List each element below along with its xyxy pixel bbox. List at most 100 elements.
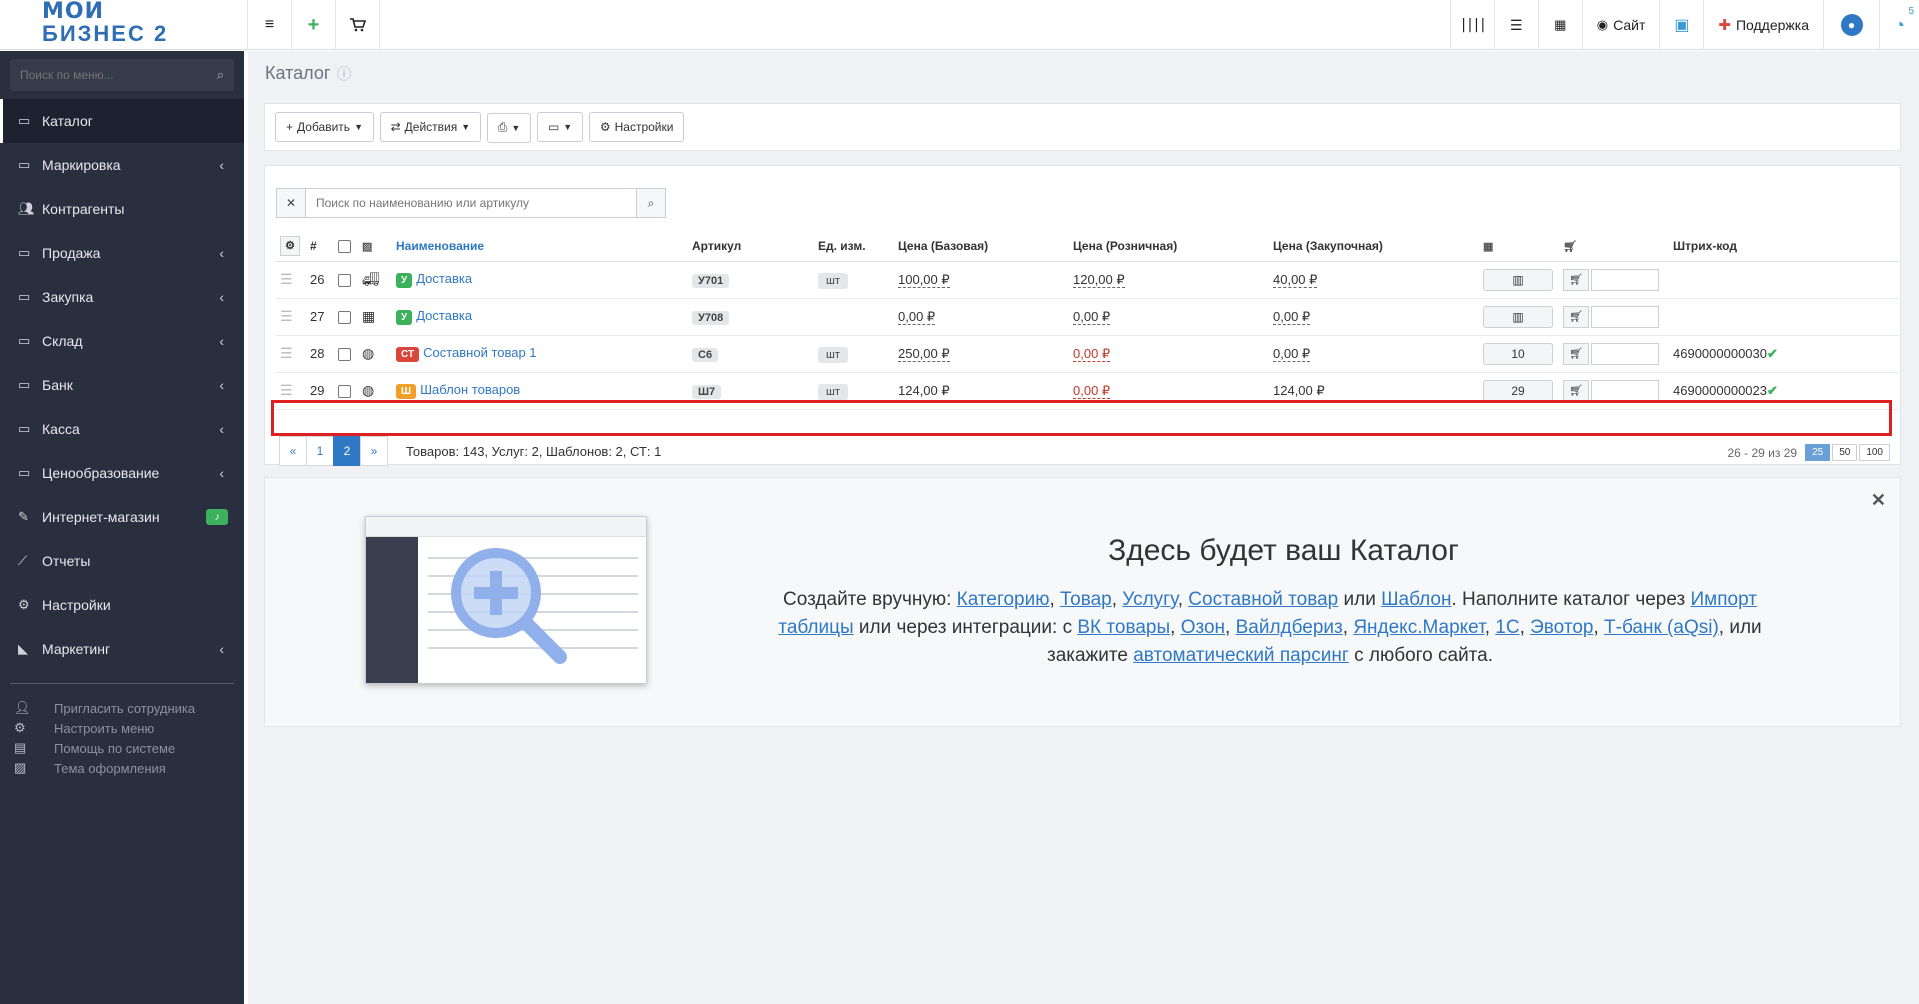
sidebar-item[interactable]: ▭ Продажа ‹ (0, 231, 244, 275)
link-ym[interactable]: Яндекс.Маркет (1353, 617, 1484, 638)
price-purchase[interactable]: 0,00 ₽ (1273, 345, 1311, 362)
site-button[interactable]: ◉ Сайт (1581, 0, 1660, 49)
stock-button[interactable]: ▥ (1483, 268, 1553, 291)
page-size-100[interactable]: 100 (1859, 444, 1890, 461)
row-price-retail[interactable]: 0,00 ₽ (1069, 372, 1269, 410)
checkbox[interactable] (338, 385, 351, 399)
checkbox[interactable] (338, 311, 351, 325)
sidebar-bottom-link[interactable]: ⚙ Настроить меню (14, 718, 244, 738)
calculator-button[interactable]: ▣ (1659, 0, 1703, 50)
product-link[interactable]: Шаблон товаров (420, 382, 520, 397)
row-price-purchase[interactable]: 0,00 ₽ (1269, 335, 1479, 373)
sidebar-item[interactable]: ▭ Маркировка ‹ (0, 143, 244, 187)
link-vk[interactable]: ВК товары (1077, 617, 1170, 638)
price-base[interactable]: 250,00 ₽ (898, 345, 950, 362)
calendar-button[interactable]: ▦ (1537, 0, 1582, 50)
stock-button[interactable]: 29 (1483, 379, 1553, 402)
row-price-purchase[interactable]: 40,00 ₽ (1269, 261, 1479, 299)
cart-button[interactable] (336, 0, 380, 50)
row-price-base[interactable]: 100,00 ₽ (894, 261, 1069, 299)
row-checkbox[interactable] (334, 335, 358, 373)
table-row[interactable]: ☰ 28 ◍ СТ Составной товар 1 С6 шт 250,00 … (276, 335, 1899, 373)
stock-button[interactable]: ▥ (1483, 305, 1553, 328)
price-base[interactable]: 0,00 ₽ (898, 308, 936, 325)
page-size-25[interactable]: 25 (1805, 444, 1831, 461)
row-stock[interactable]: 29 (1479, 372, 1559, 410)
page-2-button[interactable]: 2 (333, 436, 361, 466)
link-template[interactable]: Шаблон (1381, 589, 1451, 610)
quantity-input[interactable] (1591, 305, 1659, 328)
quantity-input[interactable] (1591, 342, 1659, 365)
drag-handle[interactable]: ☰ (276, 298, 306, 336)
price-base[interactable]: 100,00 ₽ (898, 271, 950, 288)
col-name[interactable]: Наименование (392, 231, 688, 262)
server-button[interactable]: ☰ (1493, 0, 1538, 50)
price-purchase[interactable]: 40,00 ₽ (1273, 271, 1318, 288)
row-price-retail[interactable]: 120,00 ₽ (1069, 261, 1269, 299)
sidebar-item[interactable]: ⟋ Отчеты (0, 539, 244, 583)
sidebar-item[interactable]: ▭ Каталог (0, 99, 244, 143)
row-price-base[interactable]: 250,00 ₽ (894, 335, 1069, 373)
price-purchase[interactable]: 124,00 ₽ (1273, 383, 1325, 398)
sidebar-item[interactable]: ▭ Ценообразование ‹ (0, 451, 244, 495)
row-name[interactable]: У Доставка (392, 298, 688, 336)
sidebar-item[interactable]: 👥︎ Контрагенты (0, 187, 244, 231)
display-button[interactable]: ▭ ▼ (536, 112, 584, 142)
sidebar-search-input[interactable] (20, 68, 217, 82)
row-price-retail[interactable]: 0,00 ₽ (1069, 335, 1269, 373)
row-checkbox[interactable] (334, 372, 358, 410)
price-retail[interactable]: 0,00 ₽ (1073, 382, 1111, 399)
product-link[interactable]: Составной товар 1 (423, 345, 536, 360)
table-row[interactable]: ☰ 29 ◍ Ш Шаблон товаров Ш7 шт 124,00 ₽ 0,… (276, 372, 1899, 410)
row-stock[interactable]: ▥ (1479, 298, 1559, 336)
search-icon[interactable]: ⌕ (217, 67, 224, 83)
hamburger-menu-button[interactable]: ≡ (248, 0, 292, 50)
link-service[interactable]: Услугу (1122, 589, 1177, 610)
sidebar-item[interactable]: ◣ Маркетинг ‹ (0, 627, 244, 671)
sidebar-item[interactable]: ⚙ Настройки (0, 583, 244, 627)
close-icon[interactable]: ✕ (1871, 490, 1886, 511)
catalog-search-input[interactable] (306, 188, 636, 218)
link-parsing[interactable]: автоматический парсинг (1133, 645, 1349, 666)
column-settings[interactable]: ⚙ (276, 231, 306, 262)
link-product[interactable]: Товар (1060, 589, 1112, 610)
price-base[interactable]: 124,00 ₽ (898, 383, 950, 398)
add-to-cart-button[interactable]: 🛒︎ (1563, 305, 1589, 328)
link-category[interactable]: Категорию (957, 589, 1050, 610)
add-to-cart-button[interactable]: 🛒︎ (1563, 379, 1589, 402)
prev-page-button[interactable]: « (279, 436, 307, 466)
quick-add-button[interactable]: + (292, 0, 336, 50)
clear-search-button[interactable]: ✕ (276, 188, 306, 218)
add-to-cart-button[interactable]: 🛒︎ (1563, 268, 1589, 291)
search-button[interactable]: ⌕ (636, 188, 666, 218)
price-purchase[interactable]: 0,00 ₽ (1273, 308, 1311, 325)
next-page-button[interactable]: » (360, 436, 388, 466)
row-checkbox[interactable] (334, 298, 358, 336)
link-wb[interactable]: Вайлдбериз (1236, 617, 1343, 638)
quantity-input[interactable] (1591, 268, 1659, 291)
checkbox[interactable] (338, 239, 351, 253)
link-ozon[interactable]: Озон (1181, 617, 1225, 638)
row-checkbox[interactable] (334, 261, 358, 299)
drag-handle[interactable]: ☰ (276, 372, 306, 410)
row-price-base[interactable]: 124,00 ₽ (894, 372, 1069, 410)
price-retail[interactable]: 0,00 ₽ (1073, 345, 1111, 362)
row-stock[interactable]: ▥ (1479, 261, 1559, 299)
settings-button[interactable]: ⚙ Настройки (588, 112, 685, 142)
add-button[interactable]: + Добавить ▼ (275, 112, 374, 142)
page-1-button[interactable]: 1 (306, 436, 334, 466)
row-name[interactable]: Ш Шаблон товаров (392, 372, 688, 410)
notifications-button[interactable]: ◔ 5 (1879, 0, 1919, 50)
sidebar-item[interactable]: ▭ Закупка ‹ (0, 275, 244, 319)
drag-handle[interactable]: ☰ (276, 261, 306, 299)
row-name[interactable]: СТ Составной товар 1 (392, 335, 688, 373)
sidebar-item[interactable]: ✎ Интернет-магазин ♪ (0, 495, 244, 539)
row-price-purchase[interactable]: 124,00 ₽ (1269, 372, 1479, 410)
checkbox[interactable] (338, 274, 351, 288)
help-icon[interactable]: ⓘ (336, 66, 351, 83)
row-price-purchase[interactable]: 0,00 ₽ (1269, 298, 1479, 336)
page-size-50[interactable]: 50 (1832, 444, 1858, 461)
row-stock[interactable]: 10 (1479, 335, 1559, 373)
table-row[interactable]: ☰ 26 🚚︎ У Доставка У701 шт 100,00 ₽ 120,0… (276, 261, 1899, 299)
price-retail[interactable]: 120,00 ₽ (1073, 271, 1125, 288)
